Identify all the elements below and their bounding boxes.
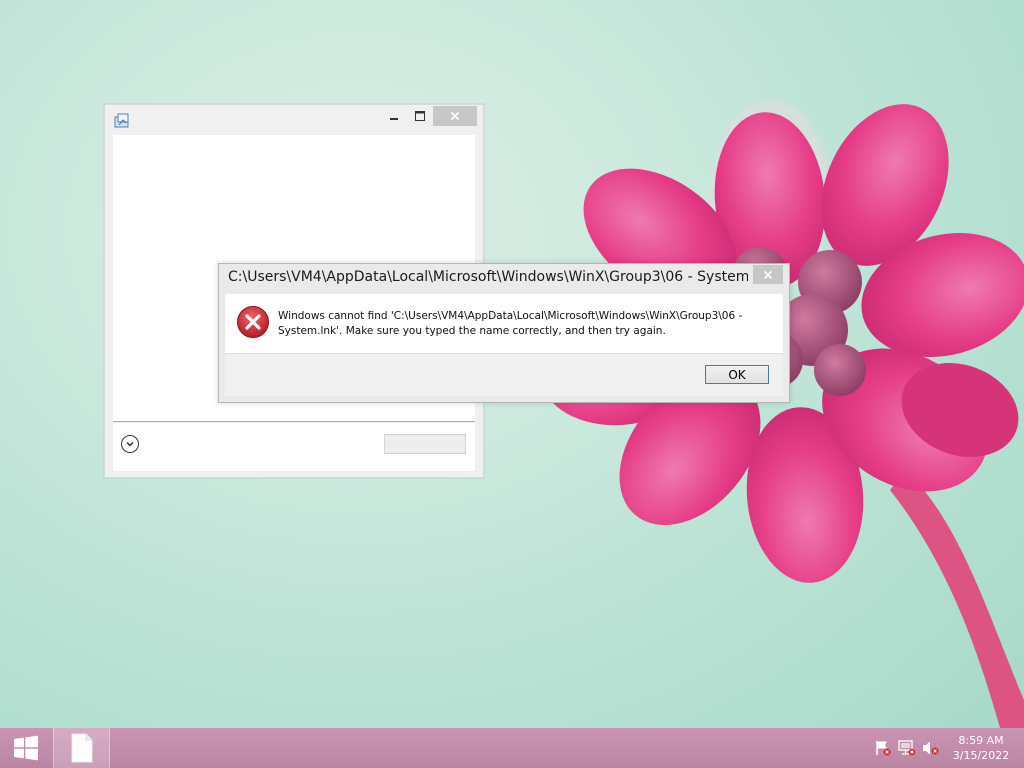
background-window-titlebar[interactable] [105,105,483,135]
minimize-icon [390,118,398,120]
dialog-title: C:\Users\VM4\AppData\Local\Microsoft\Win… [228,269,748,285]
close-button[interactable] [433,106,477,126]
error-dialog: C:\Users\VM4\AppData\Local\Microsoft\Win… [218,263,790,403]
close-icon [450,111,460,121]
maximize-icon [415,111,425,121]
start-button[interactable] [0,728,52,768]
clock-time: 8:59 AM [958,734,1004,747]
expand-details-button[interactable] [121,435,139,453]
error-dialog-titlebar[interactable]: C:\Users\VM4\AppData\Local\Microsoft\Win… [219,264,789,294]
close-icon [763,270,773,279]
minimize-button[interactable] [381,106,407,126]
taskbar-item-document[interactable] [53,728,110,768]
program-icon [114,113,129,128]
document-icon [71,733,92,763]
clock[interactable]: 8:59 AM 3/15/2022 [946,733,1016,763]
windows-logo-icon [14,735,38,761]
disabled-button [384,434,466,454]
chevron-down-circle-icon [126,441,134,447]
taskbar: 8:59 AM 3/15/2022 [0,728,1024,768]
volume-muted-icon[interactable] [922,740,940,756]
dialog-message: Windows cannot find 'C:\Users\VM4\AppDat… [278,309,778,339]
dialog-message-line-1: Windows cannot find 'C:\Users\VM4\AppDat… [278,310,743,322]
background-window-footer [113,423,475,471]
dialog-footer: OK [225,353,783,396]
maximize-button[interactable] [407,106,433,126]
dialog-message-line-2: System.lnk'. Make sure you typed the nam… [278,325,666,337]
dialog-close-button[interactable] [753,265,783,284]
desktop: C:\Users\VM4\AppData\Local\Microsoft\Win… [0,0,1024,728]
ok-button[interactable]: OK [705,365,769,384]
network-icon[interactable] [898,740,916,756]
dialog-body: Windows cannot find 'C:\Users\VM4\AppDat… [225,294,783,353]
action-center-flag-icon[interactable] [874,740,892,756]
error-icon [237,306,269,338]
clock-date: 3/15/2022 [952,749,1010,762]
